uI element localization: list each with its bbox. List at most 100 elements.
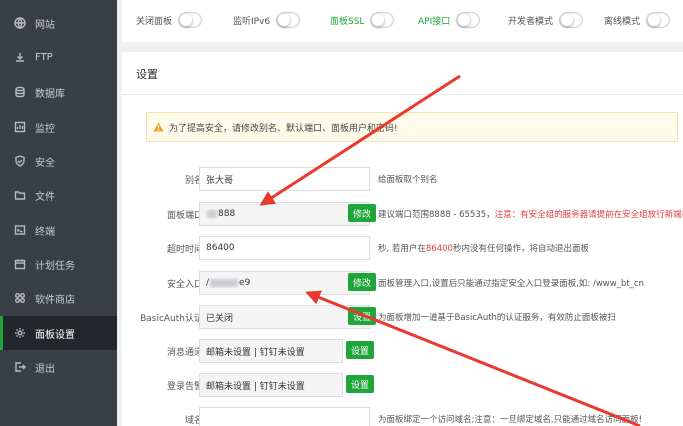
- message-set-button[interactable]: 设置: [346, 341, 375, 359]
- basic-auth-value: 已关闭: [206, 313, 234, 324]
- domain-input[interactable]: [199, 407, 370, 426]
- alarm-value: 邮箱未设置 | 钉钉未设置: [206, 381, 305, 392]
- entry-value: / e9: [200, 278, 250, 288]
- sidebar-item-label: 网站: [35, 19, 55, 31]
- toggle-label: 监听IPv6: [233, 16, 271, 27]
- switch[interactable]: [178, 12, 203, 28]
- sidebar-item-database[interactable]: 数据库: [0, 75, 117, 109]
- timeout-value: 86400: [206, 243, 235, 253]
- toggle-dev-mode[interactable]: 开发者模式: [508, 10, 584, 30]
- toggle-ssl[interactable]: 面板SSL: [330, 10, 395, 30]
- switch-knob: [458, 14, 471, 26]
- entry-edit-button[interactable]: 修改: [348, 273, 377, 291]
- timeout-label: 超时时间: [166, 245, 203, 255]
- terminal-icon: [14, 224, 26, 236]
- row-basic-auth: BasicAuth认证 已关闭 设置 为面板增加一道基于BasicAuth的认证…: [122, 305, 683, 329]
- port-input[interactable]: 888: [199, 202, 370, 226]
- redacted: [207, 209, 217, 218]
- toggle-label: API接口: [418, 16, 451, 27]
- folder-icon: [14, 189, 26, 201]
- sidebar-item-ftp[interactable]: FTP: [0, 40, 117, 74]
- toggle-bar: 关闭面板 监听IPv6 面板SSL API接口 开发者模式 离线模式: [122, 0, 683, 42]
- alias-value: 张大哥: [206, 175, 234, 186]
- switch[interactable]: [276, 12, 301, 28]
- gear-icon: [14, 327, 26, 339]
- row-timeout: 超时时间 86400 秒, 若用户在86400秒内没有任何操作，将自动退出面板: [122, 236, 683, 260]
- warning-text: 为了提高安全，请修改别名、默认端口、面板用户和密码!: [169, 123, 398, 134]
- sidebar-item-monitor[interactable]: 监控: [0, 110, 117, 144]
- monitor-icon: [14, 121, 26, 133]
- toggle-close-panel[interactable]: 关闭面板: [136, 10, 203, 30]
- timeout-hint-a: 秒, 若用户在: [378, 244, 426, 254]
- divider: [122, 94, 683, 95]
- alias-input[interactable]: 张大哥: [199, 167, 370, 191]
- switch[interactable]: [646, 12, 671, 28]
- sidebar-item-label: 软件商店: [35, 294, 75, 306]
- sidebar-item-label: 监控: [35, 123, 55, 135]
- toggle-label: 离线模式: [604, 16, 641, 27]
- row-port: 面板端口 888 修改 建议端口范围8888 - 65535，注意：有安全组的服…: [122, 202, 683, 226]
- switch-knob: [278, 14, 291, 26]
- sidebar-item-website[interactable]: 网站: [0, 6, 117, 40]
- ftp-icon: [14, 51, 26, 63]
- redacted: [210, 278, 239, 287]
- calendar-icon: [14, 258, 26, 270]
- grid-icon: [14, 292, 26, 304]
- basic-auth-set-button[interactable]: 设置: [348, 307, 377, 325]
- domain-hint: 为面板绑定一个访问域名;注意：一旦绑定域名,只能通过域名访问面板!: [378, 415, 642, 425]
- security-warning: 为了提高安全，请修改别名、默认端口、面板用户和密码!: [146, 112, 678, 142]
- toggle-label: 关闭面板: [136, 16, 173, 27]
- port-hint-text: 建议端口范围8888 - 65535，: [378, 210, 495, 220]
- port-value: 888: [200, 209, 235, 219]
- alarm-label: 登录告警: [166, 382, 203, 392]
- row-message-channel: 消息通道 邮箱未设置 | 钉钉未设置 设置: [122, 339, 683, 363]
- row-login-alarm: 登录告警 邮箱未设置 | 钉钉未设置 设置: [122, 373, 683, 397]
- timeout-input[interactable]: 86400: [199, 236, 370, 260]
- switch[interactable]: [456, 12, 481, 28]
- sidebar-item-label: 终端: [35, 226, 55, 238]
- row-security-entry: 安全入口 / e9 修改 面板管理入口,设置后只能通过指定安全入口登录面板,如: …: [122, 271, 683, 295]
- sidebar-item-label: FTP: [35, 51, 53, 63]
- row-domain: 域名 为面板绑定一个访问域名;注意：一旦绑定域名,只能通过域名访问面板!: [122, 407, 683, 426]
- switch-knob: [561, 14, 574, 26]
- entry-hint: 面板管理入口,设置后只能通过指定安全入口登录面板,如: /www_bt_cn: [378, 279, 644, 289]
- switch[interactable]: [370, 12, 395, 28]
- shield-icon: [14, 155, 26, 167]
- port-hint-warning: 注意：有安全组的服务器请提前在安全组放行新端口: [494, 210, 683, 220]
- sidebar-item-label: 安全: [35, 157, 55, 169]
- warning-icon: [153, 122, 164, 132]
- toggle-ipv6[interactable]: 监听IPv6: [233, 10, 301, 30]
- switch-knob: [180, 14, 193, 26]
- basic-auth-label: BasicAuth认证: [140, 314, 203, 324]
- timeout-hint: 秒, 若用户在86400秒内没有任何操作，将自动退出面板: [378, 242, 589, 254]
- message-value: 邮箱未设置 | 钉钉未设置: [206, 347, 305, 358]
- toggle-offline[interactable]: 离线模式: [604, 10, 671, 30]
- sidebar-item-label: 面板设置: [35, 329, 75, 341]
- timeout-hint-b: 秒内没有任何操作，将自动退出面板: [452, 244, 589, 254]
- entry-input[interactable]: / e9: [199, 271, 370, 295]
- globe-icon: [14, 17, 26, 29]
- port-label: 面板端口: [166, 211, 203, 221]
- toggle-label: 开发者模式: [508, 16, 554, 27]
- message-input: 邮箱未设置 | 钉钉未设置: [199, 339, 343, 363]
- logout-icon: [14, 361, 26, 373]
- alarm-set-button[interactable]: 设置: [346, 375, 375, 393]
- entry-value-suffix: e9: [239, 278, 251, 288]
- basic-auth-input: 已关闭: [199, 305, 370, 329]
- sidebar-item-label: 数据库: [35, 88, 65, 100]
- port-edit-button[interactable]: 修改: [348, 204, 377, 222]
- domain-label: 域名: [184, 416, 203, 426]
- toggle-api[interactable]: API接口: [418, 10, 481, 30]
- switch[interactable]: [559, 12, 584, 28]
- entry-value-prefix: /: [206, 278, 210, 288]
- main-content: 关闭面板 监听IPv6 面板SSL API接口 开发者模式 离线模式 设置 为了…: [117, 0, 683, 426]
- sidebar-item-label: 退出: [35, 363, 55, 375]
- switch-knob: [648, 14, 661, 26]
- alias-hint: 给面板取个别名: [378, 175, 438, 185]
- settings-panel: 设置 为了提高安全，请修改别名、默认端口、面板用户和密码! 别名 张大哥 给面板…: [122, 52, 683, 426]
- panel-title: 设置: [136, 68, 158, 81]
- sidebar-item-label: 计划任务: [35, 260, 75, 272]
- alias-label: 别名: [184, 176, 203, 186]
- toggle-label: 面板SSL: [330, 16, 365, 27]
- switch-knob: [372, 14, 385, 26]
